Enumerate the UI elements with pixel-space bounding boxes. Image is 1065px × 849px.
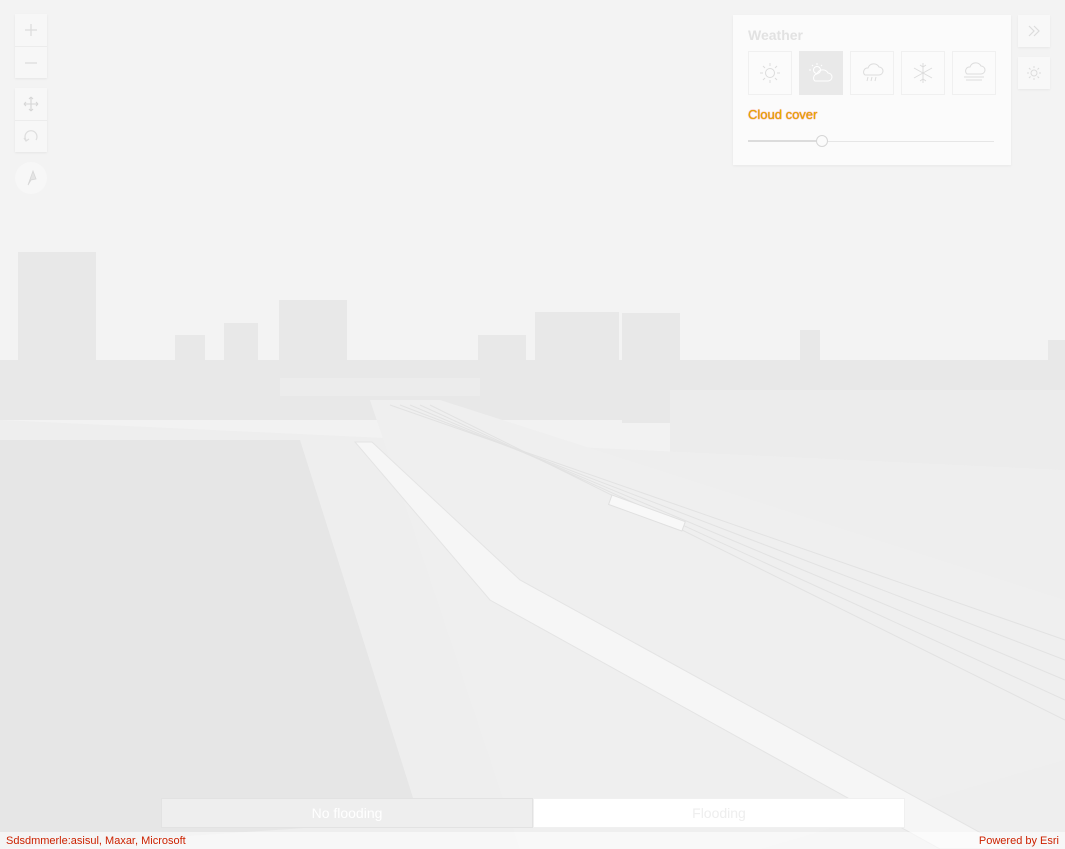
weather-options [748, 51, 996, 95]
cloud-sun-icon [809, 63, 833, 82]
daylight-button[interactable] [1018, 57, 1050, 89]
cloud-cover-slider[interactable] [748, 134, 994, 148]
plus-icon [25, 24, 37, 36]
no-flooding-option[interactable]: No flooding [161, 798, 533, 828]
compass-icon [27, 169, 37, 186]
fog-cloud-icon [964, 62, 986, 81]
weather-title: Weather [748, 27, 803, 43]
pan-button[interactable] [15, 88, 47, 120]
weather-foggy-button[interactable] [952, 51, 996, 95]
zoom-controls [15, 14, 47, 78]
weather-snowy-button[interactable] [901, 51, 945, 95]
flooding-option[interactable]: Flooding [533, 798, 905, 828]
sun-icon [1027, 66, 1041, 80]
rain-cloud-icon [863, 63, 884, 82]
snowflake-icon [913, 63, 933, 83]
zoom-in-button[interactable] [15, 14, 47, 46]
attribution-bar: Sdsdmmerle:asisul, Maxar, Microsoft Powe… [0, 832, 1065, 849]
cloud-cover-label: Cloud cover [748, 107, 818, 122]
weather-sunny-button[interactable] [748, 51, 792, 95]
slider-thumb[interactable] [815, 135, 828, 147]
rotate-button[interactable] [15, 120, 47, 152]
expand-panel-button[interactable] [1018, 15, 1050, 47]
attribution-sources: Sdsdmmerle:asisul, Maxar, Microsoft [6, 834, 186, 847]
weather-rainy-button[interactable] [850, 51, 894, 95]
double-chevron-right-icon [1028, 25, 1040, 37]
sun-icon [760, 63, 780, 83]
flooding-toggle: No flooding Flooding [161, 798, 905, 828]
slider-fill [748, 140, 822, 142]
rotate-icon [23, 129, 38, 142]
navigation-controls [15, 88, 47, 152]
compass-button[interactable] [15, 162, 47, 194]
weather-panel: Weather Cloud cover [733, 15, 1011, 165]
minus-icon [25, 61, 37, 64]
powered-by-link[interactable]: Powered by Esri [979, 835, 1059, 847]
zoom-out-button[interactable] [15, 46, 47, 78]
move-arrows-icon [23, 96, 39, 112]
weather-cloudy-button[interactable] [799, 51, 843, 95]
